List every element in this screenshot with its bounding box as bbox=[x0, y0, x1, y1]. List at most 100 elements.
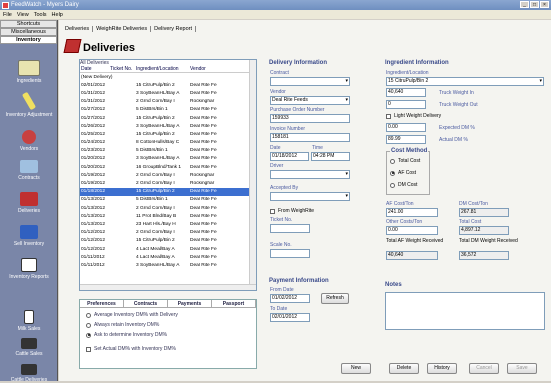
menu-view[interactable]: View bbox=[17, 12, 29, 18]
radio-dm-cost[interactable] bbox=[390, 182, 395, 188]
radio-average[interactable] bbox=[86, 312, 91, 318]
list-item[interactable]: 01/19/2012 2 Grnd Corn/Bay I Rockinghar bbox=[80, 171, 256, 179]
refresh-button[interactable]: Refresh bbox=[321, 293, 349, 304]
list-item[interactable]: 01/31/2012 3 SoyBeanHL/Bay A Deal Rite Fe bbox=[80, 89, 256, 97]
nav-item-deliveries[interactable]: Deliveries bbox=[0, 192, 58, 214]
tab-passport[interactable]: Passport bbox=[212, 300, 256, 307]
radio-ask[interactable] bbox=[86, 332, 91, 338]
list-item[interactable]: 01/25/2012 15 CitruPulp/Bin 2 Deal Rite Fe bbox=[80, 130, 256, 138]
expected-dm-input[interactable]: 0.00 bbox=[386, 123, 426, 132]
actual-dm-input[interactable]: 89.99 bbox=[386, 135, 426, 144]
ticket-input[interactable] bbox=[270, 224, 310, 233]
cost-option-total[interactable]: Total Cost bbox=[390, 158, 420, 164]
nav-item-milk-sales[interactable]: Milk Sales bbox=[0, 310, 58, 332]
list-item[interactable]: 01/11/2012 4 Lact Meal/Bay A Deal Rite Fe bbox=[80, 253, 256, 261]
menu-help[interactable]: Help bbox=[52, 12, 63, 18]
delete-button[interactable]: Delete bbox=[389, 363, 419, 374]
nav-tab-miscellaneous[interactable]: Miscellaneous bbox=[0, 28, 57, 36]
tab-deliveries[interactable]: Deliveries bbox=[62, 26, 94, 32]
cancel-button[interactable]: Cancel bbox=[469, 363, 499, 374]
nav-item-vendors[interactable]: Vendors bbox=[0, 130, 58, 152]
tab-preferences[interactable]: Preferences bbox=[80, 300, 124, 307]
list-item[interactable]: 01/23/2012 5 DistBrs/Bin 1 Deal Rite Fe bbox=[80, 147, 256, 155]
invoice-input[interactable]: 158181 bbox=[270, 133, 350, 142]
pref-option-average[interactable]: Average Inventory DM% with Delivery bbox=[86, 312, 256, 318]
cost-option-dm[interactable]: DM Cost bbox=[390, 182, 417, 188]
delivery-list[interactable]: All Deliveries Date Ticket No. Ingredien… bbox=[79, 59, 257, 291]
scale-input[interactable] bbox=[270, 249, 310, 258]
accepted-by-select[interactable] bbox=[270, 192, 350, 201]
cost-option-af[interactable]: AF Cost bbox=[390, 170, 416, 176]
list-item[interactable]: 01/20/2012 3 SoyBeanHL/Bay A Deal Rite Fe bbox=[80, 155, 256, 163]
ingredient-location-select[interactable]: 15 CitruPulp/Bin 2 bbox=[386, 77, 544, 86]
list-item[interactable]: 01/12/2012 2 Grnd Corn/Bay I Deal Rite Fe bbox=[80, 229, 256, 237]
nav-tab-shortcuts[interactable]: Shortcuts bbox=[0, 20, 57, 28]
list-item[interactable]: 02/01/2012 15 CitruPulp/Bin 2 Deal Rite Fe bbox=[80, 81, 256, 89]
nav-item-contracts[interactable]: Contracts bbox=[0, 160, 58, 181]
list-item[interactable]: 01/12/2012 15 CitruPulp/Bin 2 Deal Rite Fe bbox=[80, 237, 256, 245]
list-item[interactable]: 01/18/2012 15 CitruPulp/Bin 2 Deal Rite Fe bbox=[80, 187, 256, 196]
af-cost-input[interactable]: 241.00 bbox=[386, 208, 438, 217]
nav-item-inventory-adjustment[interactable]: Inventory Adjustment bbox=[0, 91, 58, 118]
nav-item-ingredients[interactable]: Ingredients bbox=[0, 60, 58, 84]
nav-item-cattle-sales[interactable]: Cattle Sales bbox=[0, 338, 58, 357]
menu-tools[interactable]: Tools bbox=[34, 12, 47, 18]
new-button[interactable]: New bbox=[341, 363, 371, 374]
tab-payments[interactable]: Payments bbox=[168, 300, 212, 307]
po-input[interactable]: 159933 bbox=[270, 114, 350, 123]
nav-item-inventory-reports[interactable]: Inventory Reports bbox=[0, 258, 58, 280]
minimize-button[interactable]: _ bbox=[520, 1, 529, 8]
pref-option-retain[interactable]: Always retain Inventory DM% bbox=[86, 322, 256, 328]
time-input[interactable]: 04:28 PM bbox=[311, 152, 350, 161]
other-cost-input[interactable]: 0.00 bbox=[386, 226, 438, 235]
list-item[interactable]: 01/13/2012 23 Hart Hls./Bay H Deal Rite Fe bbox=[80, 220, 256, 228]
col-date[interactable]: Date bbox=[80, 66, 110, 72]
nav-tab-inventory[interactable]: Inventory bbox=[0, 36, 57, 44]
checkbox-light-weight[interactable] bbox=[386, 113, 391, 119]
nav-item-sell-inventory[interactable]: Sell Inventory bbox=[0, 225, 58, 247]
list-horizontal-scrollbar[interactable] bbox=[80, 284, 256, 290]
list-item[interactable]: 01/13/2012 11 Prot Blnd/Bay B Deal Rite Fe bbox=[80, 212, 256, 220]
col-vendor[interactable]: Vendor bbox=[190, 66, 220, 72]
list-item[interactable]: 01/31/2012 2 Grnd Corn/Bay I Rockinghar bbox=[80, 98, 256, 106]
list-item[interactable]: 01/24/2012 8 CottonHulls/Bay C Deal Rite F… bbox=[80, 139, 256, 147]
pref-option-ask[interactable]: Ask to determine Inventory DM% bbox=[86, 332, 256, 338]
save-button[interactable]: Save bbox=[507, 363, 537, 374]
light-weight-option[interactable]: Light Weight Delivery bbox=[386, 113, 441, 119]
list-item[interactable]: 01/12/2012 4 Lact Meal/Bay A Deal Rite Fe bbox=[80, 245, 256, 253]
list-item[interactable]: 01/13/2012 2 Grnd Corn/Bay I Deal Rite Fe bbox=[80, 204, 256, 212]
contract-select[interactable] bbox=[270, 77, 350, 86]
list-item[interactable]: 01/27/2012 5 DistBrs/Bin 1 Deal Rite Fe bbox=[80, 106, 256, 114]
list-item[interactable]: 01/20/2012 16 GroupBlnd/Tank 1 Deal Rite F… bbox=[80, 163, 256, 171]
weight-in-input[interactable]: 40,640 bbox=[386, 88, 426, 97]
nav-item-cattle-deliveries[interactable]: Cattle Deliveries bbox=[0, 364, 58, 383]
col-ticket[interactable]: Ticket No. bbox=[110, 66, 136, 72]
weight-out-input[interactable]: 0 bbox=[386, 100, 426, 109]
to-date-input[interactable]: 02/01/2012 bbox=[270, 313, 310, 322]
vendor-select[interactable]: Deal Rite Feeds bbox=[270, 96, 350, 105]
tab-delivery-report[interactable]: Delivery Report bbox=[151, 26, 197, 32]
from-date-input[interactable]: 01/02/2012 bbox=[270, 294, 310, 303]
checkbox-from-weighrite[interactable] bbox=[270, 208, 275, 214]
tab-contracts[interactable]: Contracts bbox=[124, 300, 168, 307]
from-weighrite-option[interactable]: From WeighRite bbox=[270, 208, 314, 214]
radio-total-cost[interactable] bbox=[390, 158, 395, 164]
list-item[interactable]: 01/13/2012 5 DistBrs/Bin 1 Deal Rite Fe bbox=[80, 196, 256, 204]
driver-select[interactable] bbox=[270, 170, 350, 179]
history-button[interactable]: History bbox=[427, 363, 457, 374]
checkbox-set-actual[interactable] bbox=[86, 346, 91, 352]
date-input[interactable]: 01/18/2012 bbox=[270, 152, 309, 161]
pref-option-set-actual[interactable]: Set Actual DM% with Inventory DM% bbox=[86, 346, 256, 352]
maximize-button[interactable]: □ bbox=[530, 1, 539, 8]
radio-retain[interactable] bbox=[86, 322, 91, 328]
list-item[interactable]: 01/19/2012 2 Grnd Corn/Bay I Rockinghar bbox=[80, 179, 256, 187]
list-item[interactable]: 01/11/2012 3 SoyBeanHL/Bay A Deal Rite Fe bbox=[80, 261, 256, 269]
menu-file[interactable]: File bbox=[3, 12, 12, 18]
close-button[interactable]: × bbox=[540, 1, 549, 8]
tab-weighrite-deliveries[interactable]: WeighRite Deliveries bbox=[93, 26, 152, 32]
list-item[interactable]: 01/26/2012 3 SoyBeanHL/Bay A Deal Rite Fe bbox=[80, 122, 256, 130]
col-ingredient[interactable]: Ingredient/Location bbox=[136, 66, 190, 72]
notes-textarea[interactable] bbox=[385, 292, 545, 330]
list-item[interactable]: (New Delivery) bbox=[80, 73, 256, 81]
list-vertical-scrollbar[interactable] bbox=[249, 60, 256, 290]
